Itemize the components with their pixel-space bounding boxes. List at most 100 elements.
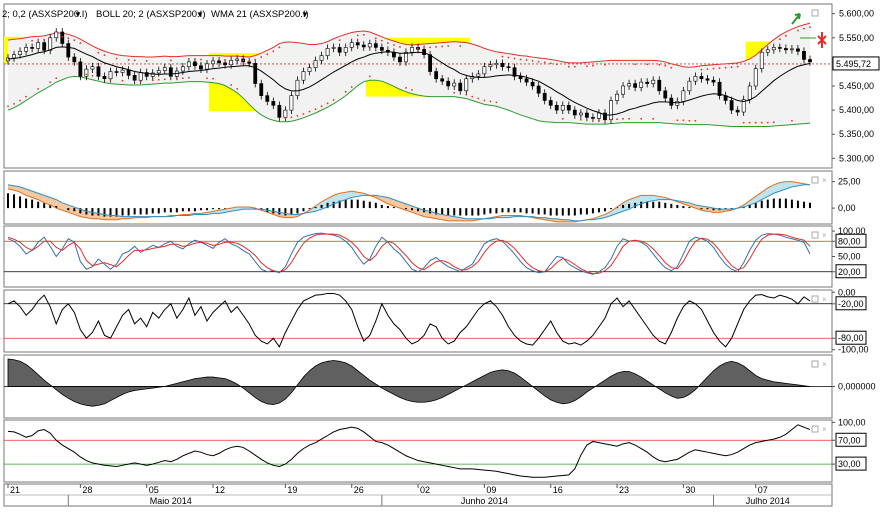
candle (355, 42, 360, 46)
header-item-wma[interactable]: WMA 21 (ASXSP200.I) (211, 9, 309, 20)
candle (120, 69, 125, 73)
sar-dot (760, 121, 763, 124)
candle (615, 93, 619, 101)
candle (398, 56, 402, 63)
candle (289, 95, 294, 111)
sar-dot (682, 119, 685, 122)
sar-dot (169, 59, 172, 62)
sar-dot (55, 77, 58, 80)
candle (808, 59, 812, 63)
sar-dot (356, 34, 359, 37)
x-day-label: 26 (354, 485, 364, 495)
sar-dot (194, 58, 196, 61)
candle (440, 78, 445, 82)
candle (187, 61, 191, 68)
y-tick-label: 5.350,00 (839, 129, 874, 139)
sar-dot (772, 121, 775, 124)
sar-dot (121, 79, 124, 82)
sar-dot (393, 44, 395, 46)
candle (633, 83, 638, 88)
close-icon: × (822, 360, 827, 369)
y-tick-label: 70,00 (838, 435, 861, 445)
sar-dot (79, 42, 82, 44)
candle (271, 101, 276, 106)
sar-dot (272, 50, 275, 53)
x-day-label: 19 (287, 485, 297, 495)
candle (168, 67, 173, 77)
sar-dot (640, 117, 643, 120)
sar-dot (784, 34, 787, 37)
x-month-label: Junho 2014 (461, 496, 508, 506)
y-tick-label: 100,00 (838, 417, 866, 427)
candle (663, 90, 668, 99)
last-price-label: 5.495,72 (836, 59, 871, 69)
sar-dot (634, 63, 637, 66)
close-icon: × (822, 295, 827, 304)
candle (162, 67, 167, 71)
y-axes: 5.600,005.550,005.500,005.450,005.400,00… (832, 9, 880, 471)
candle (476, 73, 481, 77)
sar-dot (181, 77, 184, 80)
sar-dot (489, 100, 492, 103)
candle (12, 54, 16, 59)
y-tick-label: 0,00 (838, 203, 856, 213)
sar-dot (736, 65, 739, 68)
sar-dot (592, 64, 594, 67)
x-day-label: 21 (10, 485, 20, 495)
candle (54, 31, 59, 39)
y-tick-label: 50,00 (838, 252, 861, 262)
sar-dot (25, 95, 27, 98)
sar-dot (260, 56, 263, 58)
y-tick-label: 80,00 (838, 236, 861, 246)
header-dropdown-icon[interactable]: ▼ (74, 10, 82, 19)
candle (735, 109, 740, 113)
candle (211, 60, 215, 65)
sar-dot (151, 79, 154, 82)
sar-dot (332, 99, 335, 101)
sar-dot (236, 87, 239, 90)
sar-dot (652, 117, 655, 120)
sar-dot (664, 64, 667, 67)
close-icon: × (822, 231, 827, 240)
header-dropdown-icon[interactable]: ▼ (301, 10, 309, 19)
sar-dot (742, 121, 745, 124)
sar-dot (610, 118, 612, 121)
header-item-boll[interactable]: BOLL 20; 2 (ASXSP200.I) (96, 9, 206, 20)
sar-dot (49, 81, 52, 84)
sar-dot (700, 68, 703, 71)
sar-dot (242, 59, 245, 62)
candle (253, 63, 258, 84)
x-day-label: 30 (685, 485, 695, 495)
sar-dot (314, 108, 317, 111)
sar-dot (224, 59, 226, 61)
candle (783, 48, 788, 51)
candle (482, 66, 487, 75)
x-day-label: 12 (215, 485, 225, 495)
sar-dot (537, 60, 540, 63)
sar-dot (188, 76, 190, 79)
sar-dot (91, 74, 94, 77)
sar-dot (495, 101, 498, 104)
sar-dot (754, 121, 757, 124)
x-axis: 21 28 05 12 19 26 02 09 16 23 30 07 Maio 2014 Junho 2… (3, 483, 833, 507)
panel-frame (3, 419, 833, 483)
candle (229, 60, 234, 66)
candle (802, 50, 806, 60)
candle (578, 112, 583, 116)
candle (759, 51, 764, 69)
sar-dot (465, 93, 468, 96)
sar-dot (712, 67, 715, 70)
sar-dot (380, 39, 383, 42)
candle (506, 66, 511, 69)
candle (796, 48, 800, 52)
header-dropdown-icon[interactable]: ▼ (196, 10, 204, 19)
candle (313, 60, 318, 68)
candle (156, 70, 161, 74)
sar-dot (561, 117, 564, 120)
sar-dot (19, 99, 21, 102)
candle (96, 66, 101, 77)
sar-dot (139, 80, 142, 83)
candle (18, 50, 22, 55)
sar-dot (628, 117, 630, 120)
sar-dot (507, 56, 510, 59)
